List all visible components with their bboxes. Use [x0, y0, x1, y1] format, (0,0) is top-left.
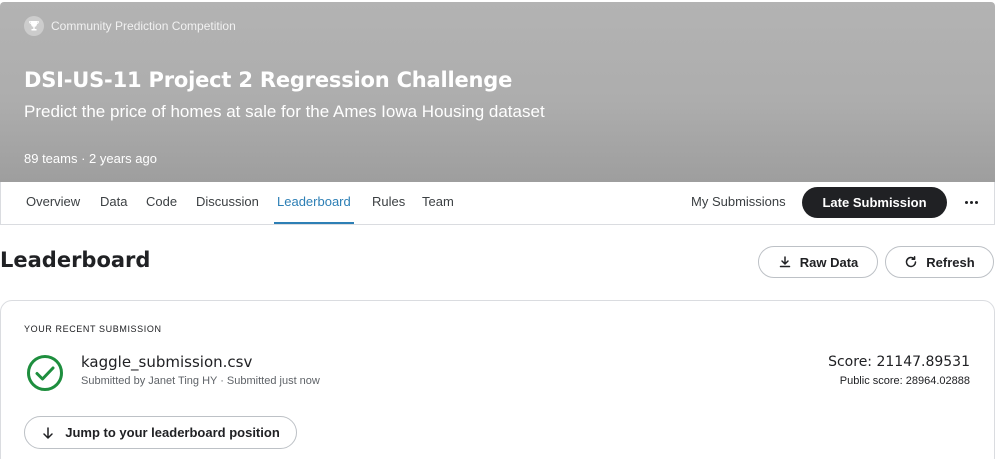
- late-submission-button[interactable]: Late Submission: [802, 187, 947, 218]
- refresh-icon: [906, 256, 917, 268]
- recent-submission-label: YOUR RECENT SUBMISSION: [24, 324, 162, 334]
- page-title: Leaderboard: [0, 248, 151, 272]
- raw-data-button[interactable]: Raw Data: [758, 246, 878, 278]
- more-horizontal-icon[interactable]: [962, 194, 980, 210]
- submission-score: Score: 21147.89531: [828, 354, 970, 370]
- submission-filename: kaggle_submission.csv: [81, 353, 253, 371]
- check-circle-icon: [27, 355, 63, 391]
- competition-nav: Overview Data Code Discussion Leaderboar…: [0, 182, 995, 225]
- competition-type: Community Prediction Competition: [24, 16, 236, 36]
- recent-submission-card: YOUR RECENT SUBMISSION kaggle_submission…: [0, 300, 995, 459]
- competition-type-label: Community Prediction Competition: [51, 19, 236, 33]
- submission-meta: Submitted by Janet Ting HY · Submitted j…: [81, 375, 320, 387]
- competition-meta: 89 teams · 2 years ago: [24, 151, 157, 166]
- jump-to-position-button[interactable]: Jump to your leaderboard position: [24, 416, 297, 449]
- submission-public-score: Public score: 28964.02888: [839, 375, 970, 387]
- refresh-label: Refresh: [926, 254, 975, 270]
- raw-data-label: Raw Data: [799, 254, 859, 270]
- trophy-icon: [24, 16, 44, 36]
- competition-title: DSI-US-11 Project 2 Regression Challenge: [24, 68, 513, 92]
- competition-subtitle: Predict the price of homes at sale for t…: [24, 102, 545, 121]
- tab-leaderboard[interactable]: Leaderboard: [274, 182, 354, 224]
- arrow-down-icon: [43, 426, 53, 439]
- competition-header: Community Prediction Competition DSI-US-…: [0, 2, 995, 182]
- tab-code[interactable]: Code: [146, 182, 177, 224]
- tab-team[interactable]: Team: [422, 182, 454, 224]
- tab-rules[interactable]: Rules: [372, 182, 405, 224]
- refresh-button[interactable]: Refresh: [885, 246, 994, 278]
- tab-data[interactable]: Data: [100, 182, 127, 224]
- jump-label: Jump to your leaderboard position: [65, 425, 280, 440]
- my-submissions-link[interactable]: My Submissions: [691, 182, 786, 222]
- tab-overview[interactable]: Overview: [26, 182, 80, 224]
- download-icon: [779, 256, 790, 268]
- tab-discussion[interactable]: Discussion: [196, 182, 259, 224]
